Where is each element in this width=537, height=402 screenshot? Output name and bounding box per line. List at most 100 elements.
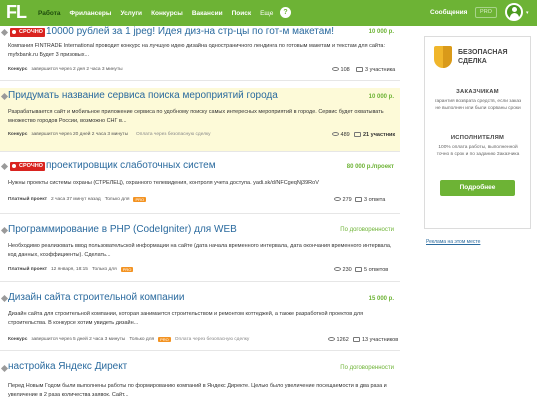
customer-heading: ЗАКАЗЧИКАМ <box>456 89 499 95</box>
project-time: 12 января, 18:15 <box>50 267 88 272</box>
nav-more[interactable]: Еще <box>260 10 273 17</box>
project-description: Разрабатывается сайт и мобильное приложе… <box>8 109 384 124</box>
eye-icon <box>334 267 341 271</box>
project-item: Придумать название сервиса поиска меропр… <box>0 88 400 152</box>
pin-icon <box>0 364 9 373</box>
project-type: Конкурс <box>8 67 28 72</box>
project-type: Конкурс <box>8 337 28 342</box>
pro-button[interactable]: PRO <box>475 7 497 18</box>
project-meta: Платный проект 2 часа 37 минут назад Тол… <box>8 197 147 202</box>
eye-icon <box>332 132 339 136</box>
project-price: По договоренности <box>340 227 394 233</box>
responses-count[interactable]: 3 ответа <box>355 197 385 203</box>
eye-icon <box>334 197 341 201</box>
project-price: 80 000 р./проект <box>346 164 394 170</box>
pin-icon <box>0 162 9 171</box>
main-nav: Работа Фрилансеры Услуги Конкурсы Ваканс… <box>38 0 282 26</box>
project-item: Дизайн сайта строительной компании 15 00… <box>0 288 400 351</box>
project-deadline: завершится через 2 дня 2 часа 3 минуты <box>31 67 123 72</box>
project-description: Компания FINTRADE International проводит… <box>8 43 385 58</box>
project-description: Дизайн сайта для строительной компании, … <box>8 311 364 326</box>
project-title[interactable]: настройка Яндекс Директ <box>8 361 127 372</box>
safe-deal-note: Оплата через безопасную сделку <box>136 132 211 137</box>
project-title[interactable]: Программирование в PHP (CodeIgniter) для… <box>8 224 237 235</box>
comment-icon <box>356 67 363 73</box>
views-count: 489 <box>332 132 350 138</box>
project-description: Необходимо реализовать ввод пользователь… <box>8 243 392 258</box>
project-description: Перед Новым Годом были выполнены работы … <box>8 383 387 398</box>
pin-icon <box>0 294 9 303</box>
project-item: СРОЧНО проектировщик слаботочных систем … <box>0 158 400 214</box>
project-item: Программирование в PHP (CodeIgniter) для… <box>0 220 400 282</box>
project-description: Нужны проекты системы охраны (СТРЕЛЕЦ), … <box>8 180 319 186</box>
freelancer-text: 100% оплата работы, выполненной точно в … <box>436 145 520 157</box>
project-meta: Конкурс завершится через 5 дней 2 часа 3… <box>8 337 249 342</box>
nav-services[interactable]: Услуги <box>120 10 142 17</box>
shield-icon <box>434 46 452 68</box>
project-type: Платный проект <box>8 197 47 202</box>
views-count: 279 <box>334 197 352 203</box>
safe-deal-note: Оплата через безопасную сделку <box>174 337 250 342</box>
project-meta: Конкурс завершится через 20 дней 2 часа … <box>8 132 211 137</box>
nav-freelancers[interactable]: Фрилансеры <box>70 10 112 17</box>
views-count: 230 <box>334 267 352 273</box>
safe-deal-panel: БЕЗОПАСНАЯ СДЕЛКА ЗАКАЗЧИКАМ гарантия во… <box>424 36 531 229</box>
pin-icon <box>0 92 9 101</box>
responses-count[interactable]: 3 участника <box>356 67 395 73</box>
project-title[interactable]: Дизайн сайта строительной компании <box>8 292 184 303</box>
views-count: 1262 <box>328 337 349 343</box>
safe-deal-title: БЕЗОПАСНАЯ СДЕЛКА <box>458 49 508 65</box>
comment-icon <box>355 267 362 273</box>
project-type: Платный проект <box>8 267 47 272</box>
nav-vacancies[interactable]: Вакансии <box>192 10 223 17</box>
urgent-badge: СРОЧНО <box>10 28 45 37</box>
customer-text: гарантия возврата средств, если заказ не… <box>434 99 522 111</box>
project-meta: Платный проект 12 января, 18:15 Только д… <box>8 267 134 272</box>
top-navigation-bar: FL Работа Фрилансеры Услуги Конкурсы Вак… <box>0 0 537 26</box>
chevron-down-icon[interactable]: ▾ <box>526 10 529 16</box>
nav-work[interactable]: Работа <box>38 10 61 17</box>
pro-only-label: Только для <box>91 267 117 272</box>
eye-icon <box>332 67 339 71</box>
project-title[interactable]: проектировщик слаботочных систем <box>46 160 216 171</box>
pro-only-label: Только для <box>129 337 155 342</box>
nav-contests[interactable]: Конкурсы <box>151 10 183 17</box>
urgent-badge: СРОЧНО <box>10 162 45 171</box>
ad-place-link[interactable]: Реклама на этом месте <box>426 239 480 245</box>
project-type: Конкурс <box>8 132 28 137</box>
pro-only-label: Только для <box>104 197 130 202</box>
responses-count[interactable]: 13 участников <box>353 337 398 343</box>
avatar-body-icon <box>510 13 519 19</box>
project-deadline: завершится через 5 дней 2 часа 3 минуты <box>31 337 126 342</box>
project-time: 2 часа 37 минут назад <box>50 197 101 202</box>
project-item: настройка Яндекс Директ По договоренност… <box>0 358 400 402</box>
user-avatar[interactable] <box>505 3 523 21</box>
freelancer-heading: ИСПОЛНИТЕЛЯМ <box>450 135 505 141</box>
pro-badge: PRO <box>120 267 134 272</box>
messages-link[interactable]: Сообщения <box>430 9 467 16</box>
comment-icon <box>354 132 361 138</box>
project-item: СРОЧНО 10000 рублей за 1 jpeg! Идея диз-… <box>0 26 400 81</box>
help-icon[interactable]: ? <box>280 7 291 18</box>
project-price: 10 000 р. <box>368 29 394 35</box>
nav-search[interactable]: Поиск <box>232 10 252 17</box>
project-price: 10 000 р. <box>368 94 394 100</box>
responses-count[interactable]: 5 ответов <box>355 267 388 273</box>
eye-icon <box>328 337 335 341</box>
pin-icon <box>0 226 9 235</box>
views-count: 108 <box>332 67 350 73</box>
project-price: По договоренности <box>340 365 394 371</box>
more-details-button[interactable]: Подробнее <box>440 180 515 196</box>
project-title[interactable]: Придумать название сервиса поиска меропр… <box>8 90 278 101</box>
avatar-head-icon <box>512 7 517 12</box>
project-price: 15 000 р. <box>368 296 394 302</box>
comment-icon <box>353 337 360 343</box>
pin-icon <box>0 28 9 37</box>
comment-icon <box>355 197 362 203</box>
pro-badge: PRO <box>158 337 171 342</box>
project-meta: Конкурс завершится через 2 дня 2 часа 3 … <box>8 67 123 72</box>
responses-count[interactable]: 21 участник <box>354 132 395 138</box>
fl-logo[interactable]: FL <box>6 2 27 23</box>
project-title[interactable]: 10000 рублей за 1 jpeg! Идея диз-на стр-… <box>46 26 334 37</box>
project-deadline: завершится через 20 дней 2 часа 3 минуты <box>31 132 129 137</box>
